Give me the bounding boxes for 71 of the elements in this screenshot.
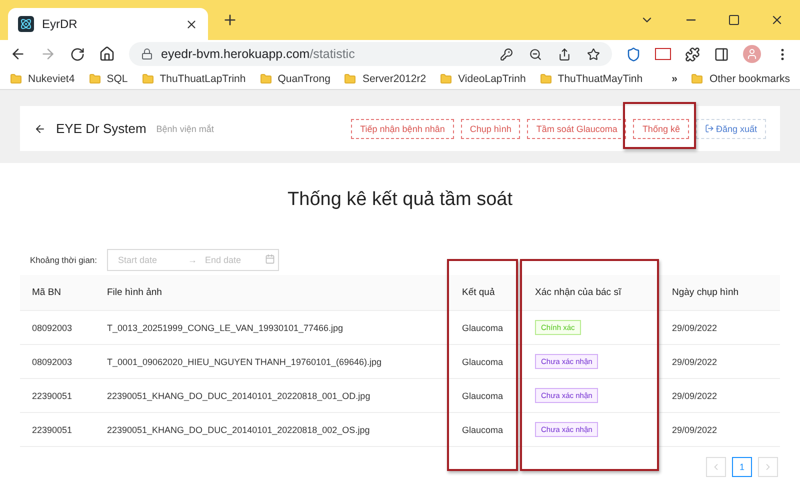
bookmark[interactable]: ThuThuatLapTrinh xyxy=(160,72,246,84)
column-header: Xác nhận của bác sĩ xyxy=(523,275,660,311)
column-header: Mã BN xyxy=(20,275,95,311)
browser-tab[interactable]: EyrDR xyxy=(8,8,208,40)
address-bar[interactable]: eyedr-bvm.herokuapp.com/statistic xyxy=(129,42,612,66)
nav-link[interactable]: Chụp hình xyxy=(460,118,520,138)
column-header: File hình ảnh xyxy=(95,275,450,311)
logout-icon xyxy=(704,124,714,133)
column-header: Ngày chụp hình xyxy=(660,275,780,311)
filter-label: Khoảng thời gian: xyxy=(30,255,98,265)
lock-icon xyxy=(141,48,153,60)
back-icon[interactable] xyxy=(10,46,26,62)
close-icon[interactable] xyxy=(770,13,784,27)
table-cell: Glaucoma xyxy=(450,379,523,413)
atom-icon xyxy=(18,16,34,32)
bookmark[interactable]: QuanTrong xyxy=(278,72,330,84)
bookmark[interactable]: VideoLapTrinh xyxy=(458,72,526,84)
nav-link[interactable]: Tiếp nhận bệnh nhân xyxy=(351,118,454,138)
folder-icon xyxy=(344,72,356,84)
table-cell: 22390051 xyxy=(20,413,95,447)
table-cell: 29/09/2022 xyxy=(660,379,780,413)
star-icon[interactable] xyxy=(587,48,600,60)
calendar-icon xyxy=(265,254,276,264)
table-cell: 08092003 xyxy=(20,345,95,379)
folder-icon xyxy=(540,72,552,84)
folder-icon xyxy=(142,72,154,84)
more-bookmarks[interactable]: » xyxy=(672,72,678,84)
table-cell: Glaucoma xyxy=(450,345,523,379)
table-cell: 29/09/2022 xyxy=(660,413,780,447)
bookmark[interactable]: Server2012r2 xyxy=(362,72,426,84)
close-icon[interactable] xyxy=(185,18,198,30)
table-cell: Glaucoma xyxy=(450,413,523,447)
table-cell: 29/09/2022 xyxy=(660,345,780,379)
new-tab-icon[interactable] xyxy=(222,12,238,28)
share-icon[interactable] xyxy=(558,48,571,60)
home-icon[interactable] xyxy=(99,46,115,62)
folder-icon xyxy=(88,72,101,84)
table-cell: 22390051 xyxy=(20,379,95,413)
shield-icon[interactable] xyxy=(626,46,641,62)
range-arrow: → xyxy=(188,255,198,265)
zoom-out-icon[interactable] xyxy=(529,48,542,60)
reload-icon[interactable] xyxy=(70,46,85,62)
bookmark[interactable]: ThuThuatMayTinh xyxy=(558,72,643,84)
logout-button[interactable]: Đăng xuất xyxy=(696,118,766,138)
folder-icon xyxy=(440,72,452,84)
side-panel-icon[interactable] xyxy=(714,46,729,62)
tab-title: EyrDR xyxy=(42,17,78,31)
table-cell: 22390051_KHANG_DO_DUC_20140101_20220818_002_OS.jpg xyxy=(95,413,450,447)
nav-link[interactable]: Thống kê xyxy=(633,118,689,138)
maximize-icon[interactable] xyxy=(728,14,740,26)
table-cell: T_0013_20251999_CONG_LE_VAN_19930101_77466.jpg xyxy=(95,311,450,345)
bookmark[interactable]: Nukeviet4 xyxy=(28,72,75,84)
table-cell: Glaucoma xyxy=(450,311,523,345)
table-cell: 08092003 xyxy=(20,311,95,345)
app-title: EYE Dr System xyxy=(56,121,146,136)
folder-icon xyxy=(691,72,704,84)
page-title: Thống kê kết quả tầm soát xyxy=(286,189,514,211)
folder-icon xyxy=(10,72,22,84)
bookmark[interactable]: SQL xyxy=(106,72,128,84)
puzzle-icon[interactable] xyxy=(685,46,700,62)
app-subtitle: Bệnh viện mắt xyxy=(156,124,214,134)
bookmark[interactable]: Other bookmarks xyxy=(709,72,790,84)
url-text: eyedr-bvm.herokuapp.com/statistic xyxy=(161,47,356,61)
table-cell: 22390051_KHANG_DO_DUC_20140101_20220818_001_OD.jpg xyxy=(95,379,450,413)
table-cell: T_0001_09062020_HIEU_NGUYEN THANH_19760101_(69646).jpg xyxy=(95,345,450,379)
column-header: Kết quả xyxy=(450,275,523,311)
extension-icon[interactable] xyxy=(655,48,671,60)
folder-icon xyxy=(260,72,272,84)
table-cell: 29/09/2022 xyxy=(660,311,780,345)
back-arrow-icon[interactable] xyxy=(34,122,46,134)
key-icon[interactable] xyxy=(500,48,513,60)
